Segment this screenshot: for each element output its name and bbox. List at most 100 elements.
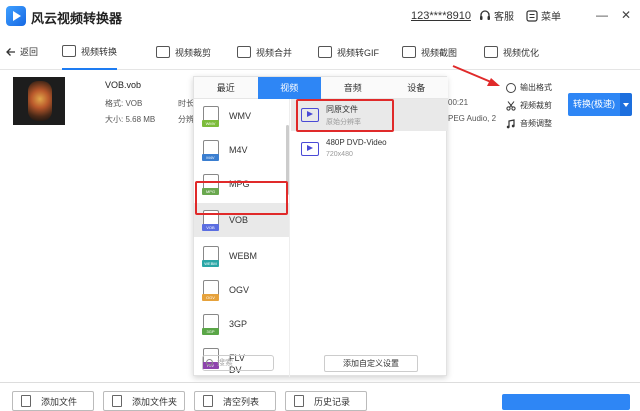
menu-button[interactable]: 菜单 xyxy=(526,8,561,23)
format-item-wmv[interactable]: WMV WMV xyxy=(194,99,289,133)
menu-label: 菜单 xyxy=(541,12,561,23)
tool-tabs-bar: 返回 视频转换 视频裁剪 视频合并 视频转GIF 视频截图 视频优化 xyxy=(0,34,640,70)
format-label: WMV xyxy=(229,111,251,121)
tab-label: 视频转GIF xyxy=(337,47,379,58)
format-label: 3GP xyxy=(229,319,248,329)
file-format: 格式: VOB xyxy=(105,99,143,108)
add-file-button[interactable]: 添加文件 xyxy=(12,391,94,411)
search-placeholder: 搜索 xyxy=(217,358,233,367)
format-search-input[interactable]: 搜索 xyxy=(202,355,274,371)
start-all-button[interactable] xyxy=(502,394,630,410)
convert-dropdown-button[interactable] xyxy=(620,93,632,116)
format-label: VOB xyxy=(229,215,249,225)
title-bar: 风云视频转换器 123****8910 客服 菜单 — ✕ xyxy=(0,0,640,34)
app-title: 风云视频转换器 xyxy=(31,11,123,26)
add-file-icon xyxy=(21,395,31,407)
m4v-file-icon: M4V xyxy=(202,140,219,161)
audio-adjust-label: 音频调整 xyxy=(520,119,552,128)
preset-name: 480P DVD-Video xyxy=(326,138,387,147)
duration-label: 时长 xyxy=(178,99,194,108)
format-label: M4V xyxy=(229,145,248,155)
audio-codec: PEG Audio, 2 xyxy=(448,114,497,123)
back-label: 返回 xyxy=(20,47,39,57)
popup-tab-recent[interactable]: 最近 xyxy=(194,77,258,99)
format-popup: 最近 视频 音频 设备 WMV WMV M4V M4V MPG MPG VOB … xyxy=(193,76,448,377)
format-item-m4v[interactable]: M4V M4V xyxy=(194,133,289,167)
output-format-button[interactable]: 输出格式 xyxy=(506,82,552,93)
tab-label: 视频优化 xyxy=(503,47,540,58)
clear-list-label: 清空列表 xyxy=(223,396,260,407)
video-merge-icon xyxy=(237,46,251,58)
add-file-label: 添加文件 xyxy=(41,396,78,407)
add-folder-label: 添加文件夹 xyxy=(132,396,178,407)
file-size: 大小: 5.68 MB xyxy=(105,115,156,124)
3gp-file-icon: 3GP xyxy=(202,314,219,335)
popup-tab-device[interactable]: 设备 xyxy=(385,77,449,99)
popup-tab-audio[interactable]: 音频 xyxy=(321,77,385,99)
original-preset-highlight-box xyxy=(296,99,394,132)
format-item-3gp[interactable]: 3GP 3GP xyxy=(194,307,289,341)
back-button[interactable]: 返回 xyxy=(6,45,38,58)
close-button[interactable]: ✕ xyxy=(618,7,634,23)
tab-video-to-gif[interactable]: 视频转GIF xyxy=(318,34,379,70)
preset-item-480p-dvd[interactable]: 480P DVD-Video 720x480 xyxy=(291,133,448,165)
history-label: 历史记录 xyxy=(314,396,351,407)
add-folder-button[interactable]: 添加文件夹 xyxy=(103,391,185,411)
scissors-icon xyxy=(506,100,516,111)
service-button[interactable]: 客服 xyxy=(479,8,514,23)
tab-video-screenshot[interactable]: 视频截图 xyxy=(402,34,457,70)
add-folder-icon xyxy=(112,395,122,407)
audio-adjust-action[interactable]: 音频调整 xyxy=(506,118,552,129)
preset-sub: 720x480 xyxy=(326,151,353,158)
video-crop-action[interactable]: 视频裁剪 xyxy=(506,100,552,111)
headset-icon xyxy=(480,9,490,20)
convert-button[interactable]: 转换(极速) xyxy=(568,93,620,116)
popup-tab-video[interactable]: 视频 xyxy=(257,77,321,99)
tab-label: 视频裁剪 xyxy=(175,47,212,58)
video-crop-label: 视频裁剪 xyxy=(520,101,552,110)
clear-list-button[interactable]: 清空列表 xyxy=(194,391,276,411)
add-custom-setting-button[interactable]: 添加自定义设置 xyxy=(324,355,418,372)
arrow-left-icon xyxy=(6,47,15,56)
history-icon xyxy=(294,395,304,407)
file-name: VOB.vob xyxy=(105,80,142,90)
optimize-icon xyxy=(484,46,498,58)
format-item-webm[interactable]: WEBM WEBM xyxy=(194,239,289,273)
account-link[interactable]: 123****8910 xyxy=(411,10,471,22)
history-button[interactable]: 历史记录 xyxy=(285,391,367,411)
format-list: WMV WMV M4V M4V MPG MPG VOB VOB WEBM WEB… xyxy=(194,99,290,377)
tab-video-crop[interactable]: 视频裁剪 xyxy=(156,34,211,70)
tab-label: 视频合并 xyxy=(256,47,293,58)
video-convert-icon xyxy=(62,45,76,57)
gif-icon xyxy=(318,46,332,58)
tab-label: 视频转换 xyxy=(81,46,118,57)
resolution-label: 分辨 xyxy=(178,115,194,124)
format-item-ogv[interactable]: OGV OGV xyxy=(194,273,289,307)
video-preset-icon xyxy=(301,142,319,156)
output-format-icon xyxy=(506,82,516,93)
search-icon xyxy=(206,359,213,366)
ogv-file-icon: OGV xyxy=(202,280,219,301)
menu-icon xyxy=(526,9,538,22)
output-format-label: 输出格式 xyxy=(520,83,552,92)
tab-label: 视频截图 xyxy=(421,47,458,58)
format-label: OGV xyxy=(229,285,250,295)
format-label: WEBM xyxy=(229,251,257,261)
tab-video-merge[interactable]: 视频合并 xyxy=(237,34,292,70)
webm-file-icon: WEBM xyxy=(202,246,219,267)
screenshot-icon xyxy=(402,46,416,58)
popup-tabs: 最近 视频 音频 设备 xyxy=(194,77,448,99)
vob-highlight-box xyxy=(195,181,288,215)
duration-value: 00:21 xyxy=(448,98,469,107)
tab-video-convert[interactable]: 视频转换 xyxy=(62,34,118,70)
minimize-button[interactable]: — xyxy=(594,7,610,23)
app-logo-icon xyxy=(6,6,26,26)
preset-list: 同原文件 原始分辨率 480P DVD-Video 720x480 xyxy=(291,99,448,377)
tab-video-optimize[interactable]: 视频优化 xyxy=(484,34,539,70)
video-crop-icon xyxy=(156,46,170,58)
service-label: 客服 xyxy=(494,12,514,23)
wmv-file-icon: WMV xyxy=(202,106,219,127)
video-thumbnail xyxy=(13,77,65,125)
music-note-icon xyxy=(506,118,515,128)
trash-icon xyxy=(203,395,213,407)
